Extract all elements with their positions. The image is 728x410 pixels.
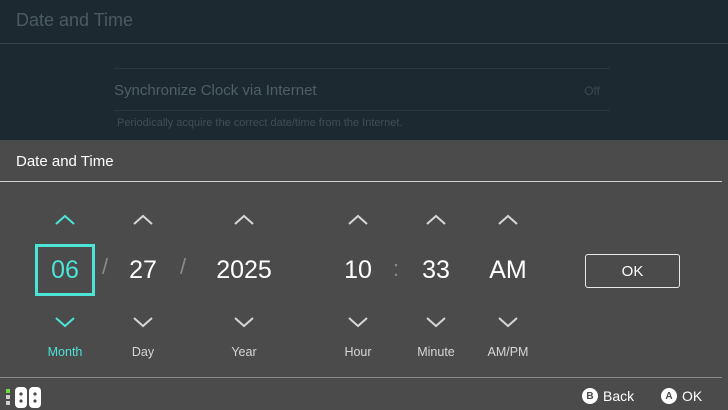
chevron-up-icon	[426, 214, 446, 225]
minute-down-arrow[interactable]	[396, 308, 476, 336]
dialog-title: Date and Time	[16, 153, 114, 170]
ampm-value[interactable]: AM	[478, 244, 538, 296]
year-value[interactable]: 2025	[204, 244, 284, 296]
minute-value[interactable]: 33	[406, 244, 466, 296]
sync-clock-description: Periodically acquire the correct date/ti…	[117, 117, 403, 129]
settings-background: Date and Time Synchronize Clock via Inte…	[0, 0, 728, 140]
ampm-up-arrow[interactable]	[468, 206, 548, 234]
hour-value[interactable]: 10	[328, 244, 388, 296]
back-hint[interactable]: B Back	[582, 388, 634, 404]
day-label: Day	[131, 345, 155, 359]
minute-label: Minute	[417, 345, 455, 359]
ampm-label: AM/PM	[487, 345, 529, 359]
chevron-down-icon	[133, 317, 153, 328]
year-label: Year	[231, 345, 257, 359]
footer-bar: B Back A OK	[0, 378, 728, 410]
sync-clock-value: Off	[584, 84, 600, 98]
hour-up-arrow[interactable]	[318, 206, 398, 234]
day-up-arrow[interactable]	[103, 206, 183, 234]
sync-clock-label: Synchronize Clock via Internet	[114, 82, 317, 99]
time-separator: :	[393, 256, 400, 281]
chevron-down-icon	[426, 317, 446, 328]
date-time-dialog: Date and Time 06 Month / 27 Day / 2025 Y…	[0, 140, 728, 410]
dialog-title-divider	[0, 181, 722, 182]
hour-label: Hour	[344, 345, 372, 359]
joycon-controller-icon	[6, 387, 41, 408]
month-up-arrow[interactable]	[25, 206, 105, 234]
chevron-up-icon	[133, 214, 153, 225]
hour-down-arrow[interactable]	[318, 308, 398, 336]
ampm-down-arrow[interactable]	[468, 308, 548, 336]
ok-button[interactable]: OK	[585, 254, 680, 288]
day-down-arrow[interactable]	[103, 308, 183, 336]
background-row-separator-top	[114, 68, 610, 69]
minute-up-arrow[interactable]	[396, 206, 476, 234]
background-title: Date and Time	[16, 10, 134, 30]
month-value[interactable]: 06	[35, 244, 95, 296]
chevron-down-icon	[348, 317, 368, 328]
day-value[interactable]: 27	[113, 244, 173, 296]
a-button-icon: A	[661, 388, 677, 404]
chevron-up-icon	[55, 214, 75, 225]
month-down-arrow[interactable]	[25, 308, 105, 336]
chevron-down-icon	[234, 317, 254, 328]
chevron-up-icon	[348, 214, 368, 225]
background-row-separator-bottom	[114, 110, 610, 111]
chevron-down-icon	[498, 317, 518, 328]
back-label: Back	[603, 388, 635, 404]
ok-hint-label: OK	[682, 388, 703, 404]
month-label: Month	[47, 345, 83, 359]
chevron-down-icon	[55, 317, 75, 328]
chevron-up-icon	[234, 214, 254, 225]
date-separator: /	[180, 254, 187, 279]
background-divider	[0, 43, 728, 44]
ok-hint[interactable]: A OK	[661, 388, 702, 404]
year-up-arrow[interactable]	[204, 206, 284, 234]
year-down-arrow[interactable]	[204, 308, 284, 336]
chevron-up-icon	[498, 214, 518, 225]
b-button-icon: B	[582, 388, 598, 404]
date-separator: /	[102, 254, 109, 279]
